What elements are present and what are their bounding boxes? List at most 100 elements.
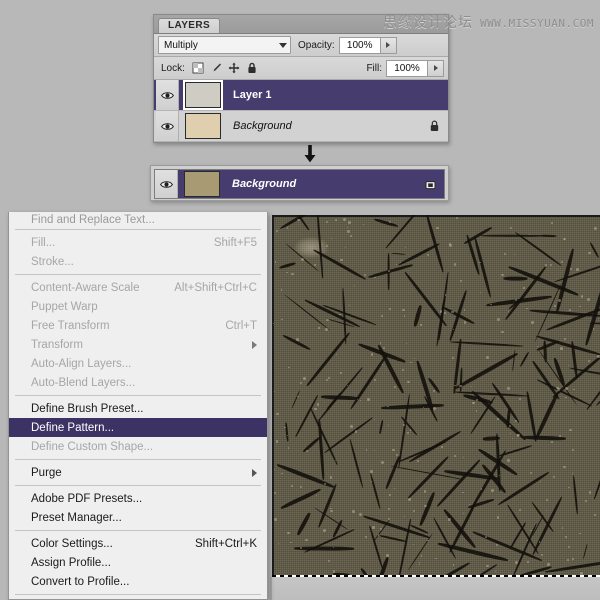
menu-item-auto-align-layers[interactable]: Auto-Align Layers... [9, 354, 267, 373]
menu-item-free-transform[interactable]: Free TransformCtrl+T [9, 316, 267, 335]
texture-speck [501, 274, 504, 277]
opacity-control[interactable]: 100% [339, 37, 397, 54]
menu-separator [15, 594, 261, 595]
layer-list[interactable]: Layer 1 Background [154, 80, 448, 142]
menu-item-label: Preset Manager... [31, 512, 122, 524]
opacity-input[interactable]: 100% [339, 37, 381, 54]
menu-item-define-brush-preset[interactable]: Define Brush Preset... [9, 399, 267, 418]
menu-item-preset-manager[interactable]: Preset Manager... [9, 508, 267, 527]
texture-speck [281, 473, 282, 474]
texture-speck [347, 227, 348, 228]
texture-speck [281, 289, 282, 290]
texture-speck [301, 258, 304, 261]
menu-item-purge[interactable]: Purge [9, 463, 267, 482]
texture-speck [563, 466, 565, 468]
menu-item-adobe-pdf-presets[interactable]: Adobe PDF Presets... [9, 489, 267, 508]
position-lock-move-icon[interactable] [228, 62, 240, 74]
menu-item-color-settings[interactable]: Color Settings...Shift+Ctrl+K [9, 534, 267, 553]
texture-speck [594, 514, 596, 516]
texture-speck [394, 488, 396, 490]
texture-speck [417, 460, 419, 462]
fill-flyout-button[interactable] [428, 60, 444, 77]
all-lock-padlock-icon[interactable] [246, 62, 258, 74]
texture-speck [476, 399, 478, 401]
texture-speck [347, 230, 350, 233]
layer-thumbnail[interactable] [184, 171, 220, 197]
texture-crack [302, 436, 321, 453]
menu-item-define-custom-shape[interactable]: Define Custom Shape... [9, 437, 267, 456]
fill-input[interactable]: 100% [386, 60, 428, 77]
texture-speck [408, 498, 410, 500]
texture-crack [379, 420, 383, 434]
texture-speck [445, 294, 446, 295]
texture-speck [491, 489, 494, 492]
menu-item-stroke[interactable]: Stroke... [9, 252, 267, 271]
merged-layers-panel[interactable]: Background [150, 165, 449, 201]
texture-speck [473, 402, 475, 404]
layer-name[interactable]: Background [232, 178, 296, 190]
lock-toggle-group[interactable] [192, 62, 258, 74]
layer-visibility-toggle[interactable] [156, 111, 179, 141]
texture-speck [531, 321, 534, 324]
menu-item-puppet-warp[interactable]: Puppet Warp [9, 297, 267, 316]
layer-thumbnail[interactable] [185, 113, 221, 139]
layer-thumbnail[interactable] [185, 82, 221, 108]
opacity-flyout-button[interactable] [381, 37, 397, 54]
fill-control[interactable]: 100% [386, 60, 444, 77]
menu-item-content-aware-scale[interactable]: Content-Aware ScaleAlt+Shift+Ctrl+C [9, 278, 267, 297]
texture-crack [285, 422, 288, 441]
blend-mode-select[interactable]: Multiply [158, 36, 291, 54]
texture-speck [572, 558, 574, 560]
texture-speck [413, 544, 415, 546]
texture-speck [325, 328, 328, 331]
texture-speck [507, 387, 509, 389]
layer-name[interactable]: Layer 1 [233, 89, 272, 101]
menu-item-shortcut: Shift+F5 [188, 237, 257, 249]
layer-visibility-toggle[interactable] [155, 170, 178, 198]
menu-item-assign-profile[interactable]: Assign Profile... [9, 553, 267, 572]
layer-row-layer-1[interactable]: Layer 1 [154, 80, 448, 111]
menu-separator [15, 530, 261, 531]
tab-layers[interactable]: LAYERS [158, 18, 220, 33]
texture-speck [300, 486, 302, 488]
texture-speck [454, 455, 456, 457]
texture-speck [405, 247, 406, 248]
texture-speck [486, 356, 489, 359]
menu-item-auto-blend-layers[interactable]: Auto-Blend Layers... [9, 373, 267, 392]
transparency-lock-icon[interactable] [192, 62, 204, 74]
image-lock-brush-icon[interactable] [210, 62, 222, 74]
edit-menu-dropdown[interactable]: Find and Replace Text...Fill...Shift+F5S… [8, 212, 268, 600]
texture-speck [441, 446, 443, 448]
texture-speck [388, 518, 391, 521]
layer-name[interactable]: Background [233, 120, 292, 132]
texture-speck [519, 398, 522, 401]
menu-item-fill[interactable]: Fill...Shift+F5 [9, 233, 267, 252]
texture-speck [372, 526, 375, 529]
layer-row-background-merged[interactable]: Background [154, 169, 445, 199]
texture-crack [481, 235, 544, 237]
document-canvas[interactable] [272, 215, 600, 577]
texture-speck [569, 309, 571, 311]
layer-row-background[interactable]: Background [154, 111, 448, 142]
menu-separator [15, 274, 261, 275]
texture-speck [495, 571, 496, 572]
layer-visibility-toggle[interactable] [156, 80, 179, 110]
texture-speck [435, 558, 436, 559]
texture-crack [519, 352, 529, 368]
menu-item-convert-to-profile[interactable]: Convert to Profile... [9, 572, 267, 591]
texture-speck [323, 529, 326, 532]
texture-speck [463, 513, 464, 514]
texture-speck [550, 264, 552, 266]
texture-speck [464, 321, 467, 324]
texture-speck [381, 315, 383, 317]
texture-speck [451, 311, 454, 314]
menu-item-transform[interactable]: Transform [9, 335, 267, 354]
menu-item-define-pattern[interactable]: Define Pattern... [9, 418, 267, 437]
texture-crack [590, 242, 600, 258]
layers-panel[interactable]: LAYERS Multiply Opacity: 100% Lock: [153, 14, 449, 143]
texture-speck [530, 472, 533, 475]
canvas-left-edge [272, 215, 274, 577]
chevron-right-icon [386, 42, 390, 48]
texture-speck [386, 554, 389, 557]
texture-speck [274, 492, 276, 494]
